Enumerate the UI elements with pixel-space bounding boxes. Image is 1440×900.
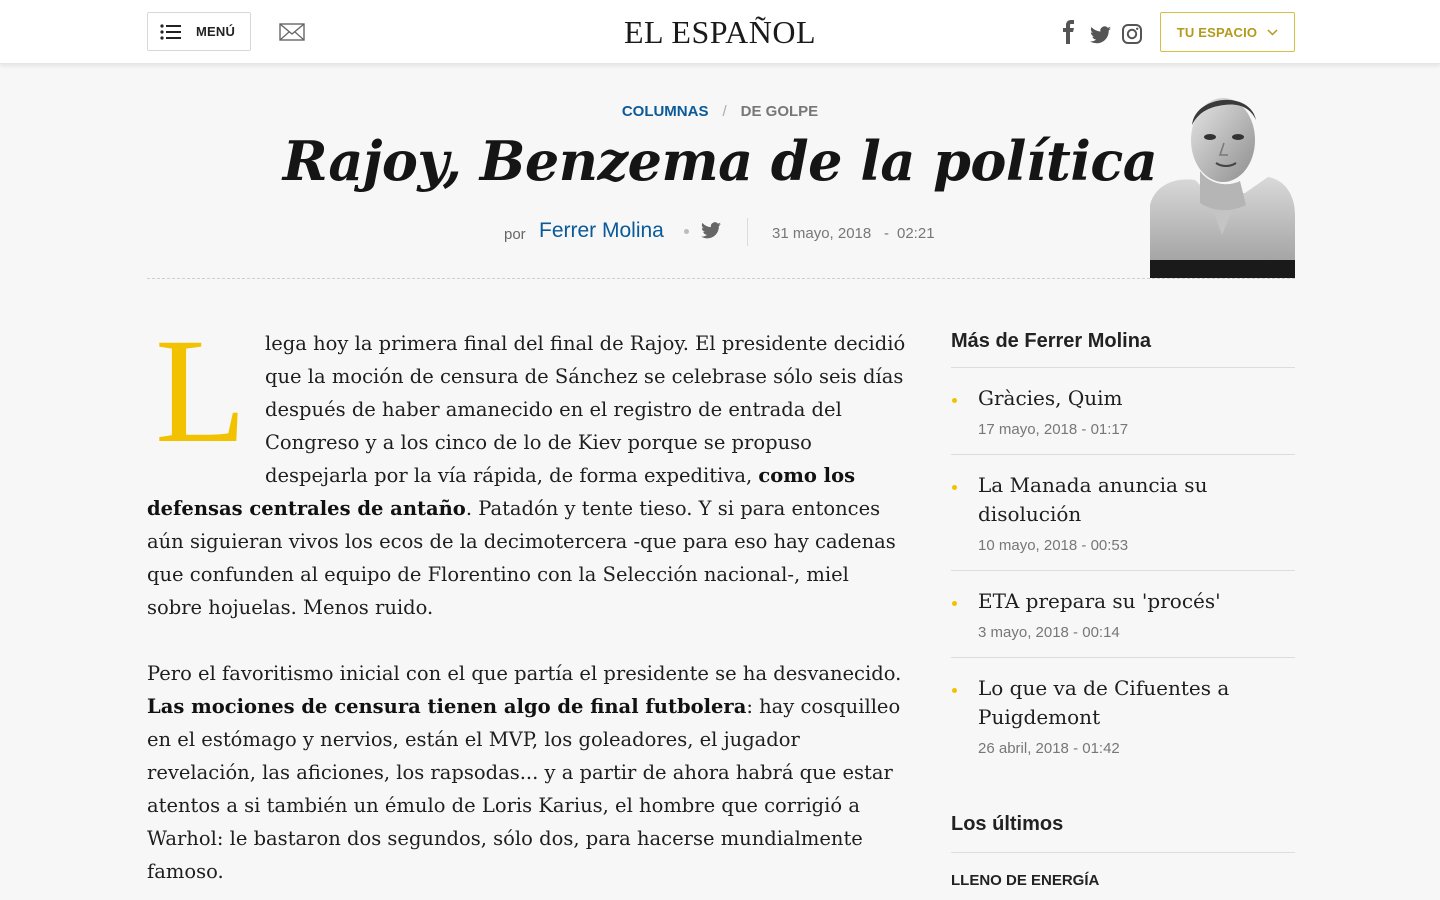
- bullet: [952, 485, 957, 490]
- menu-button[interactable]: MENÚ: [147, 12, 251, 51]
- sidebar-article-title[interactable]: Lo que va de Cifuentes a Puigdemont: [978, 674, 1295, 732]
- author-portrait: [1150, 98, 1295, 278]
- sidebar-article-date: 26 abril, 2018 - 01:42: [978, 740, 1120, 757]
- tu-espacio-label: TU ESPACIO: [1176, 24, 1258, 40]
- breadcrumb-section[interactable]: COLUMNAS: [622, 103, 709, 120]
- byline-por: por: [504, 226, 526, 243]
- twitter-icon[interactable]: [1090, 23, 1111, 47]
- latest-kicker[interactable]: LLENO DE ENERGÍA: [951, 872, 1099, 889]
- sidebar-article-date: 3 mayo, 2018 - 00:14: [978, 624, 1120, 641]
- article-body: Llega hoy la primera final del final de …: [147, 308, 907, 900]
- sidebar-article-date: 17 mayo, 2018 - 01:17: [978, 421, 1129, 438]
- paragraph-2-highlight: Las mociones de censura tienen algo de f…: [147, 695, 747, 718]
- mail-icon[interactable]: [279, 21, 305, 43]
- dropcap: L: [155, 308, 247, 474]
- paragraph-2-rest: : hay cosquilleo en el estómago y nervio…: [147, 695, 901, 883]
- sidebar-more-from-author: Más de Ferrer Molina Gràcies, Quim 17 ma…: [951, 326, 1295, 773]
- paragraph-2-lead: Pero el favoritismo inicial con el que p…: [147, 662, 902, 685]
- breadcrumb-separator: /: [722, 103, 727, 120]
- article-time: 02:21: [897, 225, 935, 242]
- tu-espacio-button[interactable]: TU ESPACIO: [1160, 12, 1295, 52]
- instagram-icon[interactable]: [1122, 22, 1142, 46]
- sidebar-article-title[interactable]: Gràcies, Quim: [978, 384, 1295, 413]
- breadcrumb-subsection[interactable]: DE GOLPE: [741, 103, 819, 120]
- byline-separator: [747, 218, 748, 246]
- sidebar-article-4[interactable]: Lo que va de Cifuentes a Puigdemont 26 a…: [951, 658, 1295, 773]
- bullet: [952, 398, 957, 403]
- sidebar-article-2[interactable]: La Manada anuncia su disolución 10 mayo,…: [951, 455, 1295, 571]
- header-divider: [147, 278, 1295, 279]
- sidebar-article-1[interactable]: Gràcies, Quim 17 mayo, 2018 - 01:17: [951, 368, 1295, 455]
- paragraph-1: Llega hoy la primera final del final de …: [147, 308, 907, 624]
- site-logo[interactable]: EL ESPAÑOL: [620, 14, 820, 51]
- date-time-dash: -: [884, 225, 889, 242]
- paragraph-2: Pero el favoritismo inicial con el que p…: [147, 657, 907, 888]
- sidebar-article-title[interactable]: La Manada anuncia su disolución: [978, 471, 1295, 529]
- sidebar-article-title[interactable]: ETA prepara su 'procés': [978, 587, 1295, 616]
- bullet: [952, 688, 957, 693]
- author-link[interactable]: Ferrer Molina: [539, 219, 664, 243]
- facebook-icon[interactable]: [1062, 20, 1076, 44]
- menu-icon: [160, 23, 181, 40]
- bullet: [952, 601, 957, 606]
- byline-dot: [684, 229, 689, 234]
- latest-section-title: Los últimos: [951, 813, 1295, 853]
- sidebar-title: Más de Ferrer Molina: [951, 326, 1295, 368]
- chevron-down-icon: [1267, 28, 1278, 36]
- author-twitter-icon[interactable]: [701, 222, 721, 239]
- sidebar-article-3[interactable]: ETA prepara su 'procés' 3 mayo, 2018 - 0…: [951, 571, 1295, 658]
- menu-label: MENÚ: [196, 24, 236, 39]
- sidebar-article-date: 10 mayo, 2018 - 00:53: [978, 537, 1129, 554]
- top-navigation-bar: MENÚ EL ESPAÑOL TU ESPACIO: [0, 0, 1440, 64]
- article-date: 31 mayo, 2018: [772, 225, 872, 242]
